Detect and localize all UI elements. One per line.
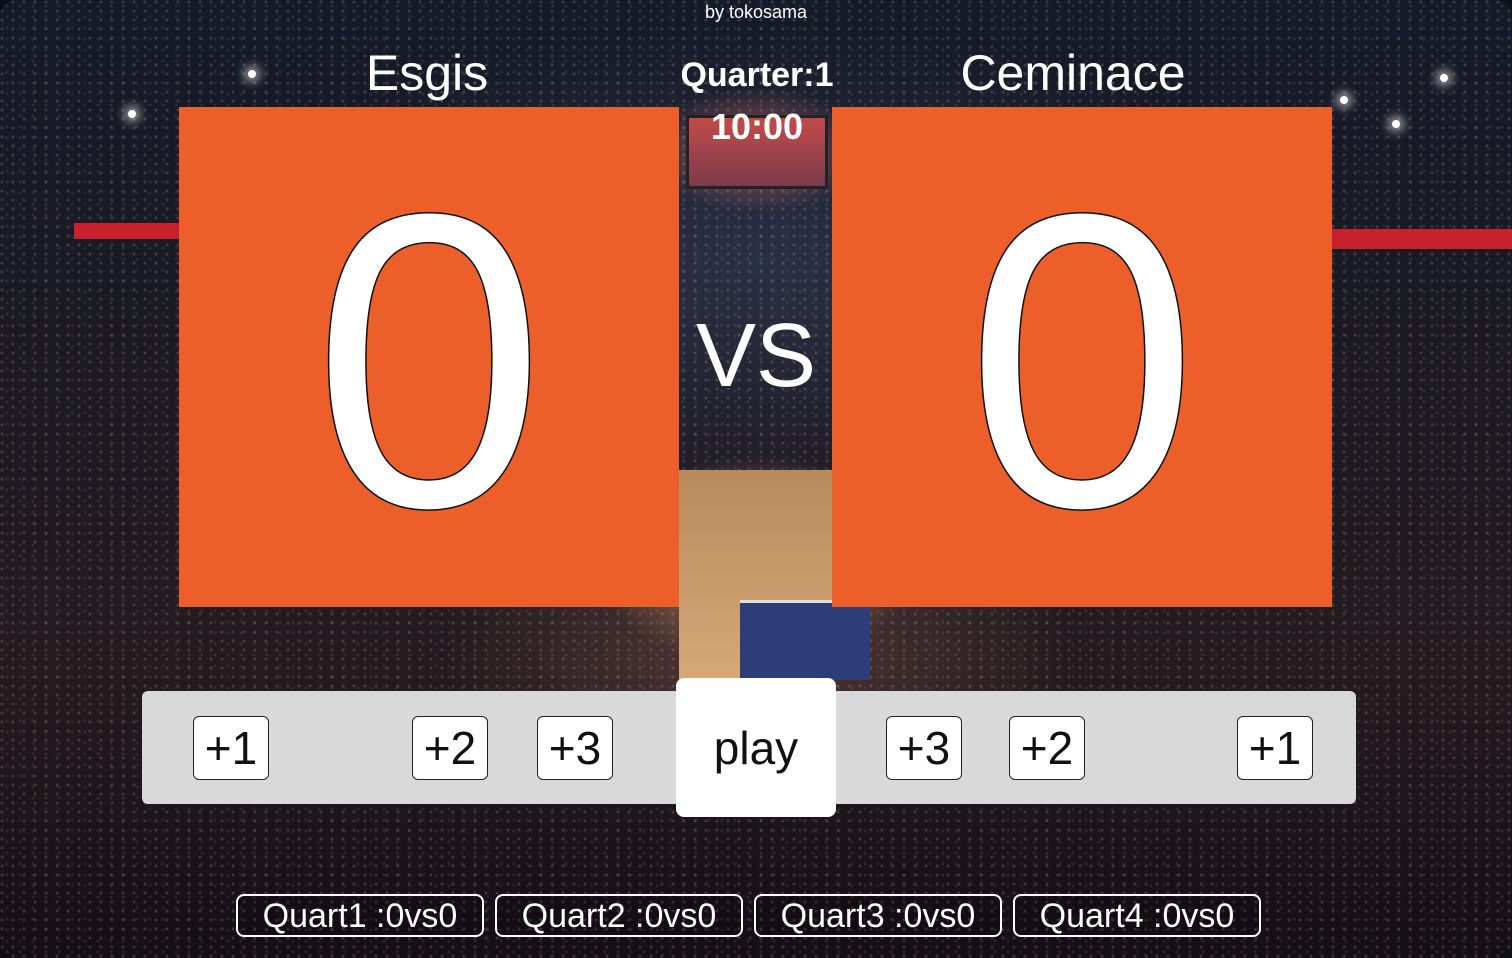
arena-court-key: [740, 600, 870, 680]
arena-light: [128, 110, 136, 118]
team-left-add-2-button[interactable]: +2: [412, 716, 488, 780]
team-right-add-2-button[interactable]: +2: [1009, 716, 1085, 780]
vs-label: VS: [695, 306, 817, 406]
team-right-add-3-button[interactable]: +3: [886, 716, 962, 780]
arena-banner: [1332, 229, 1512, 249]
arena-banner: [74, 223, 184, 239]
byline: by tokosama: [704, 2, 808, 22]
team-right-name: Ceminace: [960, 45, 1186, 101]
team-left-add-3-button[interactable]: +3: [537, 716, 613, 780]
game-clock: 10:00: [710, 106, 804, 147]
quarter-1-result: Quart1 :0vs0: [236, 894, 484, 937]
arena-light: [1440, 74, 1448, 82]
arena-light: [1392, 120, 1400, 128]
quarter-label: Quarter:1: [680, 56, 834, 94]
team-right-score-panel: 0: [832, 107, 1332, 607]
scoreboard-screen: by tokosama Esgis Ceminace 0 0 Quarter:1…: [0, 0, 1512, 958]
team-left-score: 0: [311, 127, 546, 596]
arena-light: [1340, 96, 1348, 104]
team-left-score-panel: 0: [179, 107, 679, 607]
quarter-4-result: Quart4 :0vs0: [1013, 894, 1261, 937]
play-button[interactable]: play: [676, 678, 836, 817]
team-right-add-1-button[interactable]: +1: [1237, 716, 1313, 780]
team-left-add-1-button[interactable]: +1: [193, 716, 269, 780]
team-right-score: 0: [964, 127, 1199, 596]
quarter-3-result: Quart3 :0vs0: [754, 894, 1002, 937]
quarter-2-result: Quart2 :0vs0: [495, 894, 743, 937]
team-left-name: Esgis: [365, 45, 489, 101]
